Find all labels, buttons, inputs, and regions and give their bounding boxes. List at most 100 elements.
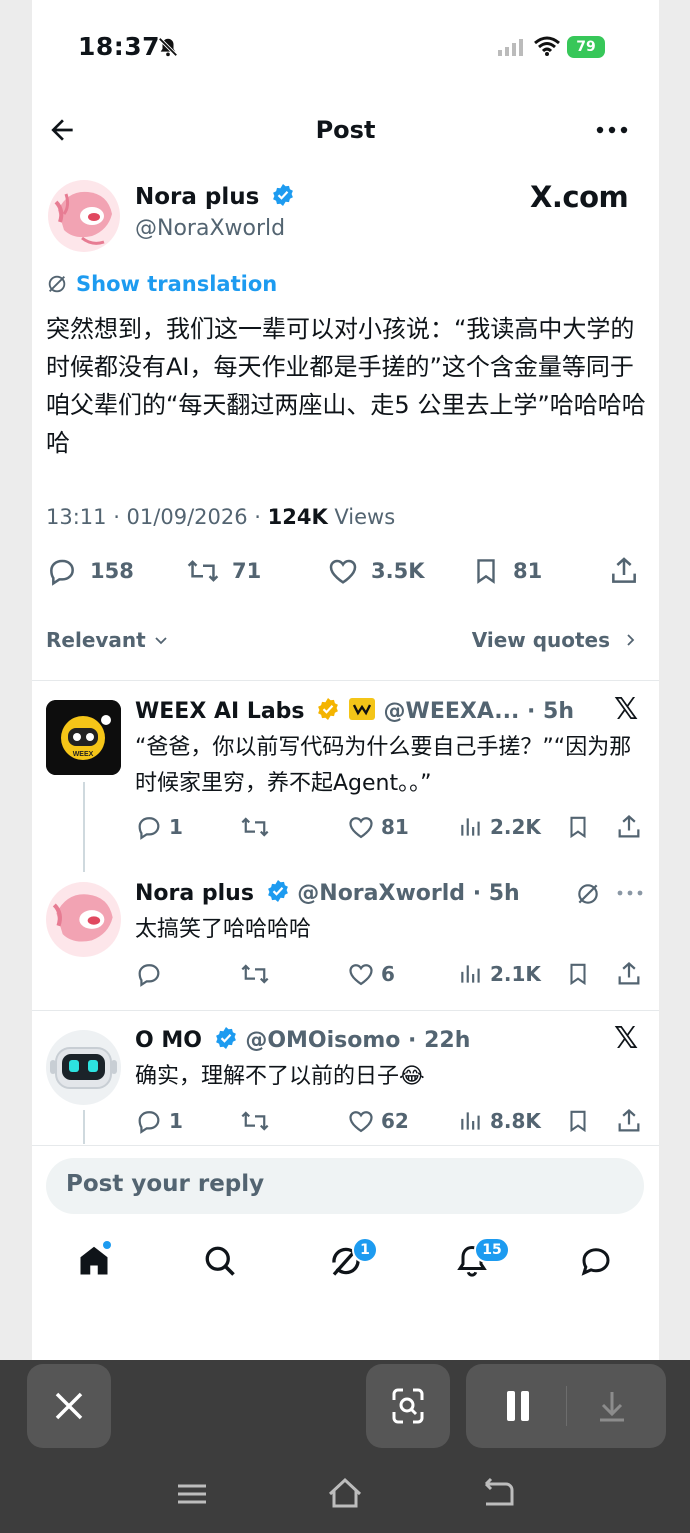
like-button[interactable]: 3.5K bbox=[327, 555, 424, 587]
reply-author-handle: @WEEXA... · 5h bbox=[383, 699, 574, 724]
author-name[interactable]: Nora plus bbox=[135, 183, 295, 210]
reply-share-button[interactable] bbox=[615, 1107, 649, 1135]
status-bar: 18:37 79 bbox=[32, 0, 659, 96]
reply-author-name: Nora plus bbox=[135, 881, 254, 906]
reply-bookmark-button[interactable] bbox=[565, 960, 597, 988]
author-handle[interactable]: @NoraXworld bbox=[135, 216, 285, 241]
heart-icon bbox=[349, 817, 373, 839]
chevron-right-icon bbox=[627, 634, 635, 646]
search-icon[interactable] bbox=[202, 1243, 238, 1279]
reply-composer[interactable]: Post your reply bbox=[46, 1158, 644, 1214]
reply-count: 158 bbox=[90, 559, 134, 583]
share-button[interactable] bbox=[608, 555, 652, 587]
tweet-actions: 158 71 3.5K 81 bbox=[46, 555, 644, 595]
download-icon[interactable] bbox=[590, 1384, 634, 1428]
reply-header[interactable]: WEEX AI Labs @WEEXA... · 5h bbox=[135, 697, 574, 724]
views-label: Views bbox=[327, 505, 396, 529]
translate-icon[interactable] bbox=[575, 881, 601, 907]
reply-reply-button[interactable]: 1 bbox=[135, 1107, 183, 1135]
repost-icon bbox=[241, 817, 269, 837]
close-button[interactable] bbox=[27, 1364, 111, 1448]
heart-icon bbox=[349, 964, 373, 986]
more-options-icon[interactable] bbox=[616, 884, 644, 902]
reply-button[interactable]: 158 bbox=[46, 555, 134, 587]
reply-text: “爸爸，你以前写代码为什么要自己手搓？”“因为那时候家里穷，养不起Agent。。… bbox=[135, 735, 632, 796]
back-button-icon[interactable] bbox=[480, 1476, 518, 1512]
tweet-text: 突然想到，我们这一辈可以对小孩说：“我读高中大学的时候都没有AI，每天作业都是手… bbox=[46, 315, 646, 457]
heart-icon bbox=[329, 559, 357, 584]
signal-icon bbox=[498, 39, 523, 56]
reply-like-count: 81 bbox=[381, 815, 409, 839]
tweet-timestamp: 13:11 · 01/09/2026 · bbox=[46, 505, 268, 529]
reply-share-button[interactable] bbox=[615, 813, 649, 841]
reply-repost-button[interactable] bbox=[240, 960, 276, 988]
home-button-icon[interactable] bbox=[326, 1476, 364, 1512]
bell-muted-icon bbox=[158, 37, 178, 57]
bookmark-button[interactable]: 81 bbox=[471, 555, 542, 587]
reply-icon bbox=[138, 964, 160, 987]
share-icon bbox=[612, 557, 636, 583]
reply-icon bbox=[50, 559, 74, 586]
status-time: 18:37 bbox=[78, 32, 161, 61]
like-count: 3.5K bbox=[371, 559, 425, 583]
reply-like-button[interactable]: 81 bbox=[347, 813, 409, 841]
sort-label: Relevant bbox=[46, 628, 146, 652]
recent-apps-icon[interactable] bbox=[174, 1476, 210, 1512]
reply-like-button[interactable]: 62 bbox=[347, 1107, 409, 1135]
views-count: 124K bbox=[267, 505, 328, 529]
reply-actions: 1 81 2.2K bbox=[135, 813, 645, 843]
reply-actions: 1 62 8.8K bbox=[135, 1107, 645, 1137]
gold-verified-badge-icon bbox=[318, 698, 339, 720]
view-quotes-link[interactable]: View quotes bbox=[472, 628, 639, 652]
reply-avatar-weex[interactable]: WEEX bbox=[46, 700, 121, 775]
reply-reply-button[interactable]: 1 bbox=[135, 813, 183, 841]
messages-icon[interactable] bbox=[578, 1243, 614, 1279]
verified-badge-icon bbox=[215, 1027, 236, 1049]
reply-avatar-omo[interactable] bbox=[46, 1030, 121, 1105]
reply-reply-count: 1 bbox=[169, 1109, 183, 1133]
more-options-icon[interactable] bbox=[594, 118, 630, 142]
reply-repost-button[interactable] bbox=[240, 1107, 276, 1135]
repost-count: 71 bbox=[232, 559, 262, 583]
translate-icon bbox=[48, 275, 66, 293]
reply-views-button[interactable]: 2.2K bbox=[458, 813, 541, 841]
reply-views-count: 2.1K bbox=[490, 962, 541, 986]
reply-reply-button[interactable] bbox=[135, 960, 169, 988]
sort-dropdown[interactable]: Relevant bbox=[46, 628, 169, 652]
reply-author-name: O MO bbox=[135, 1028, 202, 1053]
post-header: Post bbox=[32, 100, 659, 160]
source-watermark: X.com bbox=[530, 180, 629, 214]
reply-author-handle: @NoraXworld · 5h bbox=[297, 881, 520, 906]
reply-header[interactable]: Nora plus @NoraXworld · 5h bbox=[135, 879, 520, 906]
reply-bookmark-button[interactable] bbox=[565, 813, 597, 841]
reply-bookmark-button[interactable] bbox=[565, 1107, 597, 1135]
reply-views-button[interactable]: 2.1K bbox=[458, 960, 541, 988]
verified-badge-icon bbox=[267, 880, 288, 902]
x-logo-icon: 𝕏 bbox=[614, 692, 639, 727]
thread-line bbox=[83, 782, 85, 872]
repost-button[interactable]: 71 bbox=[186, 555, 261, 587]
reply-views-button[interactable]: 8.8K bbox=[458, 1107, 541, 1135]
reply-share-button[interactable] bbox=[615, 960, 649, 988]
reply-views-count: 8.8K bbox=[490, 1109, 541, 1133]
reply-repost-button[interactable] bbox=[240, 813, 276, 841]
heart-icon bbox=[349, 1111, 373, 1133]
capture-controls bbox=[466, 1364, 666, 1448]
reply-avatar-nora[interactable] bbox=[46, 882, 121, 957]
views-chart-icon bbox=[461, 1112, 480, 1130]
divider bbox=[32, 1145, 659, 1146]
lens-search-button[interactable] bbox=[366, 1364, 450, 1448]
show-translation-link[interactable]: Show translation bbox=[46, 272, 277, 296]
author-avatar[interactable] bbox=[48, 180, 120, 252]
views-chart-icon bbox=[461, 818, 480, 836]
repost-icon bbox=[187, 560, 219, 582]
pause-icon[interactable] bbox=[496, 1384, 540, 1428]
thread-line bbox=[83, 1110, 85, 1144]
divider bbox=[32, 1010, 659, 1011]
share-icon bbox=[618, 1109, 640, 1132]
reply-like-count: 62 bbox=[381, 1109, 409, 1133]
separator bbox=[566, 1386, 567, 1426]
author-name-text: Nora plus bbox=[135, 184, 260, 210]
reply-header[interactable]: O MO @OMOisomo · 22h bbox=[135, 1026, 470, 1053]
reply-like-button[interactable]: 6 bbox=[347, 960, 395, 988]
